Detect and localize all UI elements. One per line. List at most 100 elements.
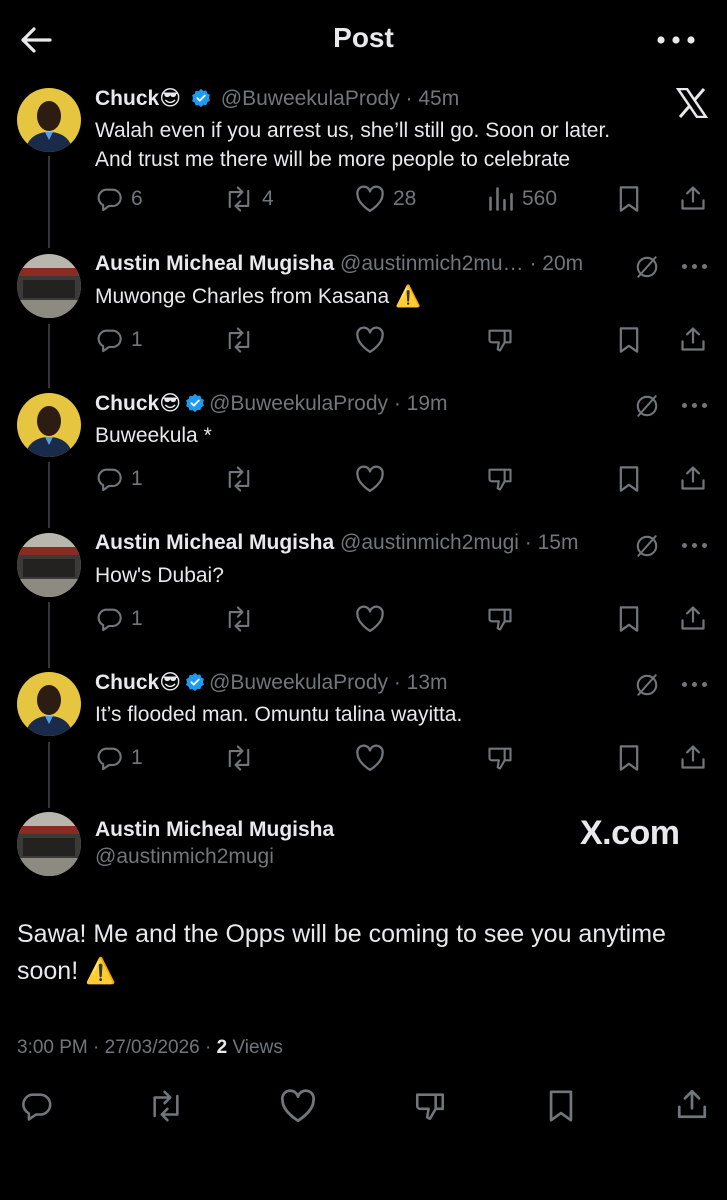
more-options-icon[interactable] — [682, 682, 707, 687]
grok-icon[interactable] — [634, 533, 660, 559]
heart-icon[interactable] — [355, 605, 385, 633]
dislike-icon[interactable] — [486, 465, 514, 493]
tweet-text: Buweekula * — [95, 424, 212, 447]
views-button[interactable]: 560 — [488, 185, 557, 213]
timestamp[interactable]: · 45m — [406, 87, 460, 110]
tweet[interactable]: Chuck😎 @BuweekulaPrody · 13m It’s flooded … — [0, 670, 727, 792]
more-options-icon[interactable] — [656, 24, 696, 56]
repost-icon[interactable] — [224, 326, 254, 354]
avatar-austin — [17, 254, 81, 318]
timestamp[interactable]: · 20m — [529, 252, 583, 275]
reply-icon[interactable] — [18, 1089, 54, 1123]
dislike-icon[interactable] — [412, 1089, 448, 1123]
display-name[interactable]: Chuck — [95, 671, 159, 694]
main-post-text-line: soon! ⚠️ — [17, 957, 117, 985]
avatar[interactable] — [17, 533, 81, 597]
dislike-icon[interactable] — [486, 744, 514, 772]
bookmark-icon[interactable] — [617, 185, 641, 213]
tweet[interactable]: Austin Micheal Mugisha @austinmich2mugi … — [0, 531, 727, 653]
tweet-header: Chuck😎 @BuweekulaPrody · 13m — [95, 670, 448, 698]
avatar[interactable] — [17, 254, 81, 318]
page-title: Post — [333, 22, 394, 53]
handle[interactable]: @BuweekulaPrody — [209, 671, 388, 694]
reply-button[interactable]: 1 — [95, 744, 143, 772]
views-count: 2 — [216, 1037, 228, 1058]
handle[interactable]: @austinmich2mugi — [340, 531, 519, 554]
dislike-icon[interactable] — [486, 605, 514, 633]
avatar[interactable] — [17, 393, 81, 457]
avatar-chuck — [17, 672, 81, 736]
like-count: 28 — [393, 187, 417, 210]
avatar[interactable] — [17, 88, 81, 152]
more-options-icon[interactable] — [682, 403, 707, 408]
bookmark-icon[interactable] — [617, 744, 641, 772]
repost-icon[interactable] — [224, 465, 254, 493]
share-icon[interactable] — [679, 325, 707, 353]
bookmark-icon[interactable] — [617, 465, 641, 493]
reply-button[interactable]: 1 — [95, 326, 143, 354]
avatar[interactable] — [17, 812, 81, 876]
tweet-text-line: Walah even if you arrest us, she’ll stil… — [95, 119, 611, 142]
main-post-header: Austin Micheal Mugisha @austinmich2mugi — [95, 818, 334, 869]
heart-icon[interactable] — [355, 744, 385, 772]
reply-count: 6 — [131, 187, 143, 210]
repost-button[interactable]: 4 — [224, 185, 274, 213]
avatar-chuck — [17, 88, 81, 152]
timestamp[interactable]: · 19m — [394, 392, 448, 415]
tweet-header: Chuck😎 @BuweekulaPrody · 19m — [95, 391, 448, 419]
repost-icon[interactable] — [146, 1089, 186, 1123]
handle[interactable]: @BuweekulaPrody — [209, 392, 388, 415]
repost-icon[interactable] — [224, 605, 254, 633]
grok-icon[interactable] — [634, 393, 660, 419]
handle[interactable]: @austinmich2mu… — [340, 252, 524, 275]
tweet-header: Austin Micheal Mugisha @austinmich2mu… ·… — [95, 252, 583, 276]
display-name[interactable]: Austin Micheal Mugisha — [95, 252, 334, 275]
tweet[interactable]: Austin Micheal Mugisha @austinmich2mu… ·… — [0, 252, 727, 374]
avatar-chuck — [17, 393, 81, 457]
reply-count: 1 — [131, 467, 143, 490]
display-name[interactable]: Austin Micheal Mugisha — [95, 818, 334, 842]
heart-icon[interactable] — [279, 1089, 317, 1123]
grok-icon[interactable] — [634, 254, 660, 280]
share-icon[interactable] — [675, 1087, 709, 1121]
avatar[interactable] — [17, 672, 81, 736]
view-count: 560 — [522, 187, 558, 210]
main-post-text: Sawa! Me and the Opps will be coming to … — [17, 916, 666, 990]
heart-icon[interactable] — [355, 465, 385, 493]
heart-icon[interactable] — [355, 326, 385, 354]
handle[interactable]: @austinmich2mugi — [95, 845, 334, 869]
bookmark-icon[interactable] — [546, 1089, 576, 1123]
display-name[interactable]: Austin Micheal Mugisha — [95, 531, 334, 554]
reply-button[interactable]: 1 — [95, 465, 143, 493]
timestamp[interactable]: · 13m — [394, 671, 448, 694]
tweet[interactable]: Chuck😎 @BuweekulaPrody · 45m Walah even … — [0, 87, 727, 228]
reply-icon — [97, 188, 122, 212]
repost-icon — [228, 186, 250, 212]
display-name[interactable]: Chuck — [95, 392, 159, 415]
main-post-text-line: Sawa! Me and the Opps will be coming to … — [17, 920, 666, 948]
tweet[interactable]: Chuck😎 @BuweekulaPrody · 19m Buweekula * 1 — [0, 391, 727, 513]
share-icon[interactable] — [679, 464, 707, 492]
display-name[interactable]: Chuck — [95, 87, 159, 110]
like-button[interactable]: 28 — [355, 185, 416, 213]
bookmark-icon[interactable] — [617, 605, 641, 633]
handle[interactable]: @BuweekulaPrody — [221, 87, 400, 110]
timestamp[interactable]: · 15m — [525, 531, 579, 554]
verified-badge-icon — [191, 88, 211, 114]
reply-count: 1 — [131, 746, 143, 769]
post-timestamp[interactable]: 3:00 PM · 27/03/2026 · — [17, 1037, 217, 1058]
grok-icon[interactable] — [634, 672, 660, 698]
share-icon[interactable] — [679, 743, 707, 771]
more-options-icon[interactable] — [682, 543, 707, 548]
reply-button[interactable]: 6 — [95, 185, 143, 213]
bookmark-icon[interactable] — [617, 326, 641, 354]
reply-count: 1 — [131, 607, 143, 630]
more-options-icon[interactable] — [682, 264, 707, 269]
reply-button[interactable]: 1 — [95, 605, 143, 633]
repost-icon[interactable] — [224, 744, 254, 772]
dislike-icon[interactable] — [486, 326, 514, 354]
share-icon[interactable] — [679, 604, 707, 632]
tweet-text-line: And trust me there will be more people t… — [95, 148, 571, 171]
share-icon[interactable] — [679, 184, 707, 212]
name-emoji: 😎 — [159, 392, 182, 415]
